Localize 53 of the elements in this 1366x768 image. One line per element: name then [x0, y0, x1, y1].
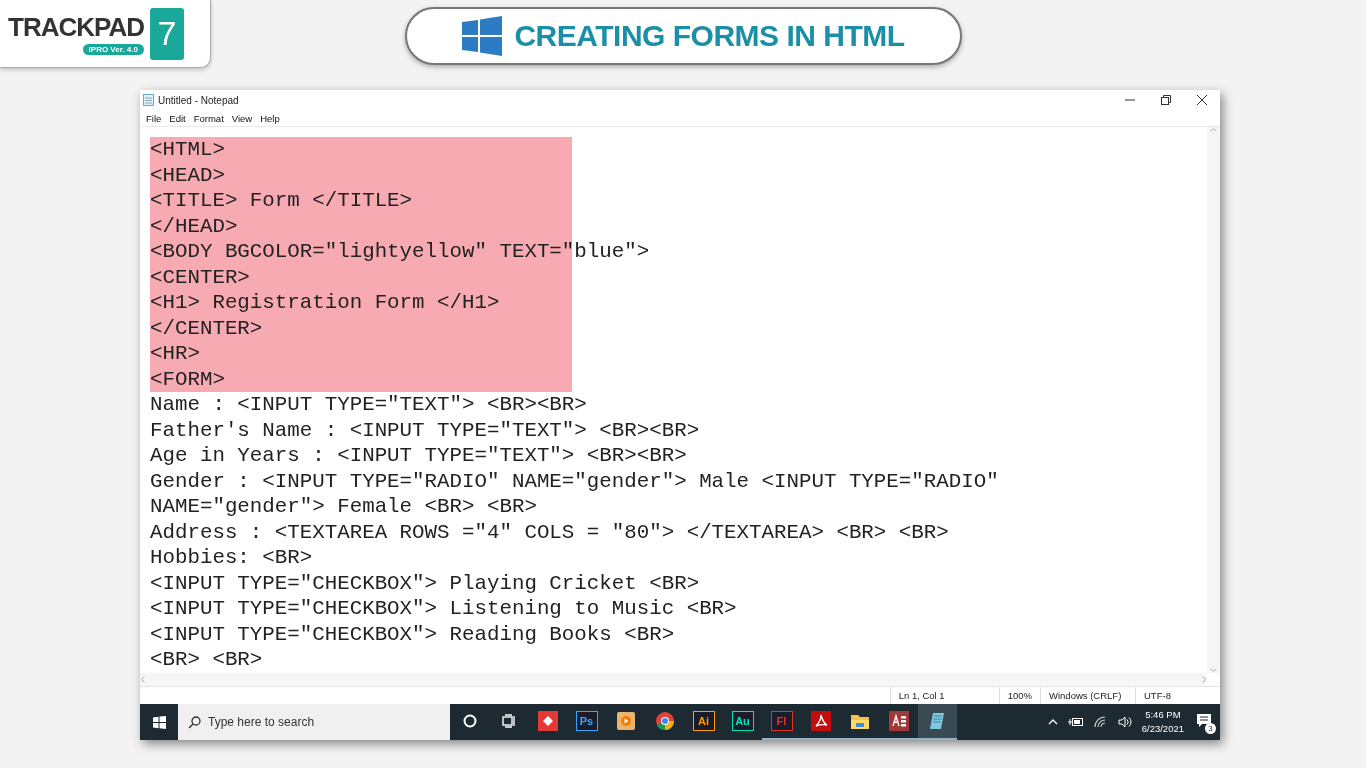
notifications-icon	[1196, 712, 1212, 729]
task-view-icon	[501, 714, 516, 728]
code-line: Gender : <INPUT TYPE="RADIO" NAME="gender"> Male <INPUT TYPE="RADIO"	[150, 468, 1000, 494]
windows-logo-icon	[152, 715, 166, 729]
notepad-icon	[143, 94, 154, 106]
search-field[interactable]: Type here to search	[178, 704, 450, 740]
speaker-icon[interactable]	[1117, 716, 1132, 728]
clock-date: 6/23/2021	[1141, 722, 1184, 736]
folder-icon	[849, 712, 870, 730]
app-label-icon: Fl	[770, 711, 793, 731]
menu-item[interactable]: Edit	[165, 112, 190, 124]
caret-up-icon[interactable]	[1047, 719, 1058, 725]
code-line: <BR> <BR>	[150, 647, 264, 673]
chrome-icon	[654, 711, 675, 731]
taskbar-app[interactable]: Ai	[684, 704, 723, 740]
code-line: Hobbies: <BR>	[150, 545, 314, 571]
logo-wordmark: TRACKPAD	[8, 12, 144, 43]
menu-item[interactable]: View	[227, 112, 257, 124]
notifications-button[interactable]: 3	[1194, 712, 1214, 732]
window-title: Untitled - Notepad	[158, 94, 239, 106]
lesson-title: CREATING FORMS IN HTML	[514, 19, 905, 53]
clock-time: 5:46 PM	[1145, 708, 1181, 722]
battery-icon[interactable]	[1067, 717, 1084, 727]
play-app-icon	[616, 712, 635, 730]
windows-logo-icon	[462, 16, 503, 56]
menu-item[interactable]: Format	[189, 112, 228, 124]
code-line: Father's Name : <INPUT TYPE="TEXT"> <BR><BR>	[150, 417, 701, 443]
taskbar-app[interactable]: Fl	[762, 704, 801, 740]
menu-item[interactable]: File	[142, 112, 166, 124]
code-line: <INPUT TYPE="CHECKBOX"> Playing Cricket <BR>	[150, 570, 701, 596]
version-badge: IPRO Ver. 4.0	[82, 44, 144, 55]
diamond-app-icon	[537, 711, 558, 731]
code-line: Name : <INPUT TYPE="TEXT"> <BR><BR>	[150, 392, 588, 418]
code-line: <INPUT TYPE="CHECKBOX"> Listening to Music <BR>	[150, 596, 738, 622]
app-label-icon: Ps	[575, 711, 598, 731]
code-line: Address : <TEXTAREA ROWS ="4" COLS = "80"> </TEXTAREA> <BR> <BR>	[150, 519, 950, 545]
search-icon	[188, 716, 201, 729]
notification-count: 3	[1205, 723, 1216, 734]
app-label-icon: Ai	[692, 711, 715, 731]
taskbar-app[interactable]: Ps	[567, 704, 606, 740]
close-icon	[1197, 95, 1207, 105]
app-label-icon: Au	[731, 711, 754, 731]
wifi-icon[interactable]	[1093, 716, 1108, 728]
cortana-circle-icon	[462, 714, 477, 728]
menu-item[interactable]: Help	[256, 112, 284, 124]
code-line: NAME="gender"> Female <BR> <BR>	[150, 494, 538, 520]
pdf-app-icon	[810, 711, 831, 731]
code-line: Age in Years : <INPUT TYPE="TEXT"> <BR><BR>	[150, 443, 688, 469]
database-app-icon	[888, 711, 909, 731]
code-line: <INPUT TYPE="CHECKBOX"> Reading Books <BR>	[150, 621, 676, 647]
taskbar-app[interactable]: Au	[723, 704, 762, 740]
edition-number: 7	[149, 7, 184, 60]
restore-icon	[1161, 95, 1171, 105]
